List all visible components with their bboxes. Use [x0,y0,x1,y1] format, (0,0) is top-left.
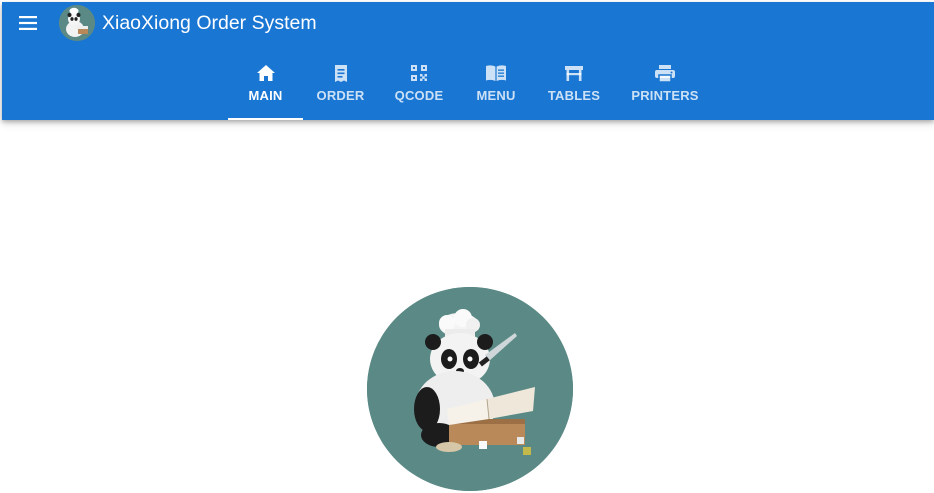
app-title: XiaoXiong Order System [102,12,317,34]
tab-order[interactable]: ORDER [303,51,378,120]
table-icon [564,62,584,84]
tab-active-indicator [228,118,303,120]
printer-icon [654,62,676,84]
main-tabs: MAIN ORDER QCODE MENU TABLES PRINTERS [228,51,714,120]
tab-main-label: MAIN [248,88,283,103]
tab-order-label: ORDER [316,88,365,103]
receipt-icon [333,62,349,84]
tab-menu[interactable]: MENU [460,51,532,120]
app-logo [59,5,95,41]
tab-qcode[interactable]: QCODE [378,51,460,120]
home-icon [256,62,276,84]
tab-main[interactable]: MAIN [228,51,303,120]
tab-menu-label: MENU [476,88,516,103]
tab-qcode-label: QCODE [394,88,444,103]
tab-tables-label: TABLES [547,88,601,103]
menu-icon [19,16,37,30]
app-bar: XiaoXiong Order System MAIN ORDER QCODE … [2,2,934,120]
panda-chef-illustration [367,287,573,491]
qr-code-icon [410,62,428,84]
tab-tables[interactable]: TABLES [532,51,616,120]
panda-chef-logo [59,5,95,41]
tab-printers-label: PRINTERS [631,88,699,103]
menu-button[interactable] [10,8,46,38]
hero-avatar [367,287,573,491]
book-icon [485,62,507,84]
tab-printers[interactable]: PRINTERS [616,51,714,120]
